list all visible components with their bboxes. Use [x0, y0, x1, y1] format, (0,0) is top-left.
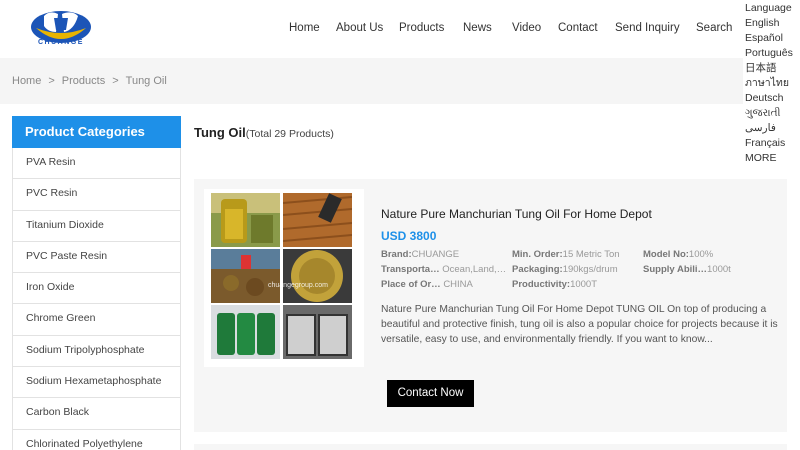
- attr-key: Transporta…: [381, 264, 440, 275]
- breadcrumb-home[interactable]: Home: [12, 75, 41, 87]
- attr-transportation: Transporta… Ocean,Land,…: [381, 264, 506, 275]
- wood-brush-photo-icon: [283, 193, 352, 247]
- category-item-titanium-dioxide[interactable]: Titanium Dioxide: [12, 210, 181, 242]
- image-watermark: chuangegroup.com: [268, 282, 328, 289]
- language-option[interactable]: ગુજરાતી: [745, 106, 793, 121]
- nav-news[interactable]: News: [463, 22, 492, 34]
- breadcrumb-separator: >: [48, 75, 55, 87]
- nav-send-inquiry[interactable]: Send Inquiry: [615, 22, 680, 34]
- attr-min-order: Min. Order:15 Metric Ton: [512, 249, 620, 260]
- attr-value: 15 Metric Ton: [562, 249, 620, 260]
- attr-productivity: Productivity:1000T: [512, 279, 597, 290]
- nav-about-us[interactable]: About Us: [336, 22, 383, 34]
- category-item-sodium-hexametaphosphate[interactable]: Sodium Hexametaphosphate: [12, 367, 181, 399]
- language-option[interactable]: Français: [745, 136, 793, 151]
- site-header: CHUANGE Home About Us Products News Vide…: [0, 0, 800, 58]
- ibc-tanks-photo-icon: [283, 305, 352, 359]
- language-option[interactable]: Español: [745, 31, 793, 46]
- attr-value: CHINA: [443, 279, 473, 290]
- logo-text: CHUANGE: [38, 39, 84, 46]
- language-option[interactable]: Português: [745, 46, 793, 61]
- attr-key: Min. Order:: [512, 249, 563, 260]
- category-item-iron-oxide[interactable]: Iron Oxide: [12, 273, 181, 305]
- language-option[interactable]: فارسی: [745, 121, 793, 136]
- product-description: Nature Pure Manchurian Tung Oil For Home…: [381, 304, 778, 345]
- attr-supply-ability: Supply Abili…1000t: [643, 264, 731, 275]
- attr-key: Place of Or…: [381, 279, 441, 290]
- product-price: USD 3800: [381, 229, 437, 243]
- breadcrumb-bar: Home > Products > Tung Oil: [0, 58, 743, 104]
- breadcrumb-current: Tung Oil: [125, 75, 167, 87]
- category-list: PVA Resin PVC Resin Titanium Dioxide PVC…: [12, 148, 181, 450]
- nav-home[interactable]: Home: [289, 22, 320, 34]
- product-count: (Total 29 Products): [245, 128, 334, 140]
- category-item-pva-resin[interactable]: PVA Resin: [12, 148, 181, 180]
- category-item-chlorinated-polyethylene[interactable]: Chlorinated Polyethylene: [12, 429, 181, 450]
- language-option[interactable]: ภาษาไทย: [745, 76, 793, 91]
- breadcrumb-separator: >: [112, 75, 119, 87]
- attr-brand: Brand:CHUANGE: [381, 249, 459, 260]
- nav-search[interactable]: Search: [696, 22, 732, 34]
- attr-key: Productivity:: [512, 279, 571, 290]
- attr-packaging: Packaging:190kgs/drum: [512, 264, 618, 275]
- product-card-next: [194, 444, 787, 450]
- language-option[interactable]: Deutsch: [745, 91, 793, 106]
- language-menu: Language English Español Português 日本語 ภ…: [745, 1, 793, 166]
- attr-value: 190kgs/drum: [562, 264, 618, 275]
- category-item-pvc-resin[interactable]: PVC Resin: [12, 179, 181, 211]
- attr-key: Supply Abili…: [643, 264, 708, 275]
- attr-value: 100%: [688, 249, 714, 260]
- category-heading: Tung Oil(Total 29 Products): [194, 124, 334, 142]
- product-card: chuangegroup.com Nature Pure Manchurian …: [194, 179, 787, 432]
- sidebar-title: Product Categories: [12, 116, 181, 148]
- product-title-link[interactable]: Nature Pure Manchurian Tung Oil For Home…: [381, 207, 652, 221]
- page-title: Tung Oil: [194, 125, 246, 140]
- attr-model-no: Model No:100%: [643, 249, 713, 260]
- language-option[interactable]: 日本語: [745, 61, 793, 76]
- contact-now-button[interactable]: Contact Now: [387, 380, 474, 407]
- tung-fruit-photo-icon: [211, 249, 280, 303]
- nav-contact[interactable]: Contact: [558, 22, 598, 34]
- oil-tank-photo-icon: [283, 249, 352, 303]
- green-drums-photo-icon: [211, 305, 280, 359]
- attr-value: Ocean,Land,…: [442, 264, 507, 275]
- attr-key: Packaging:: [512, 264, 563, 275]
- attr-key: Model No:: [643, 249, 689, 260]
- attr-value: 1000t: [707, 264, 731, 275]
- category-item-carbon-black[interactable]: Carbon Black: [12, 398, 181, 430]
- category-item-chrome-green[interactable]: Chrome Green: [12, 304, 181, 336]
- attr-value: 1000T: [570, 279, 597, 290]
- attr-place-of-origin: Place of Or… CHINA: [381, 279, 473, 290]
- attr-value: CHUANGE: [411, 249, 460, 260]
- nav-products[interactable]: Products: [399, 22, 444, 34]
- category-item-sodium-tripolyphosphate[interactable]: Sodium Tripolyphosphate: [12, 335, 181, 368]
- language-label: Language: [745, 2, 792, 14]
- language-option[interactable]: English: [745, 16, 793, 31]
- breadcrumb-products[interactable]: Products: [62, 75, 105, 87]
- attr-key: Brand:: [381, 249, 412, 260]
- oil-bottle-photo-icon: [211, 193, 280, 247]
- nav-video[interactable]: Video: [512, 22, 541, 34]
- product-image[interactable]: chuangegroup.com: [204, 189, 364, 367]
- breadcrumb: Home > Products > Tung Oil: [12, 75, 167, 87]
- category-item-pvc-paste-resin[interactable]: PVC Paste Resin: [12, 241, 181, 274]
- language-more-link[interactable]: MORE: [745, 151, 793, 166]
